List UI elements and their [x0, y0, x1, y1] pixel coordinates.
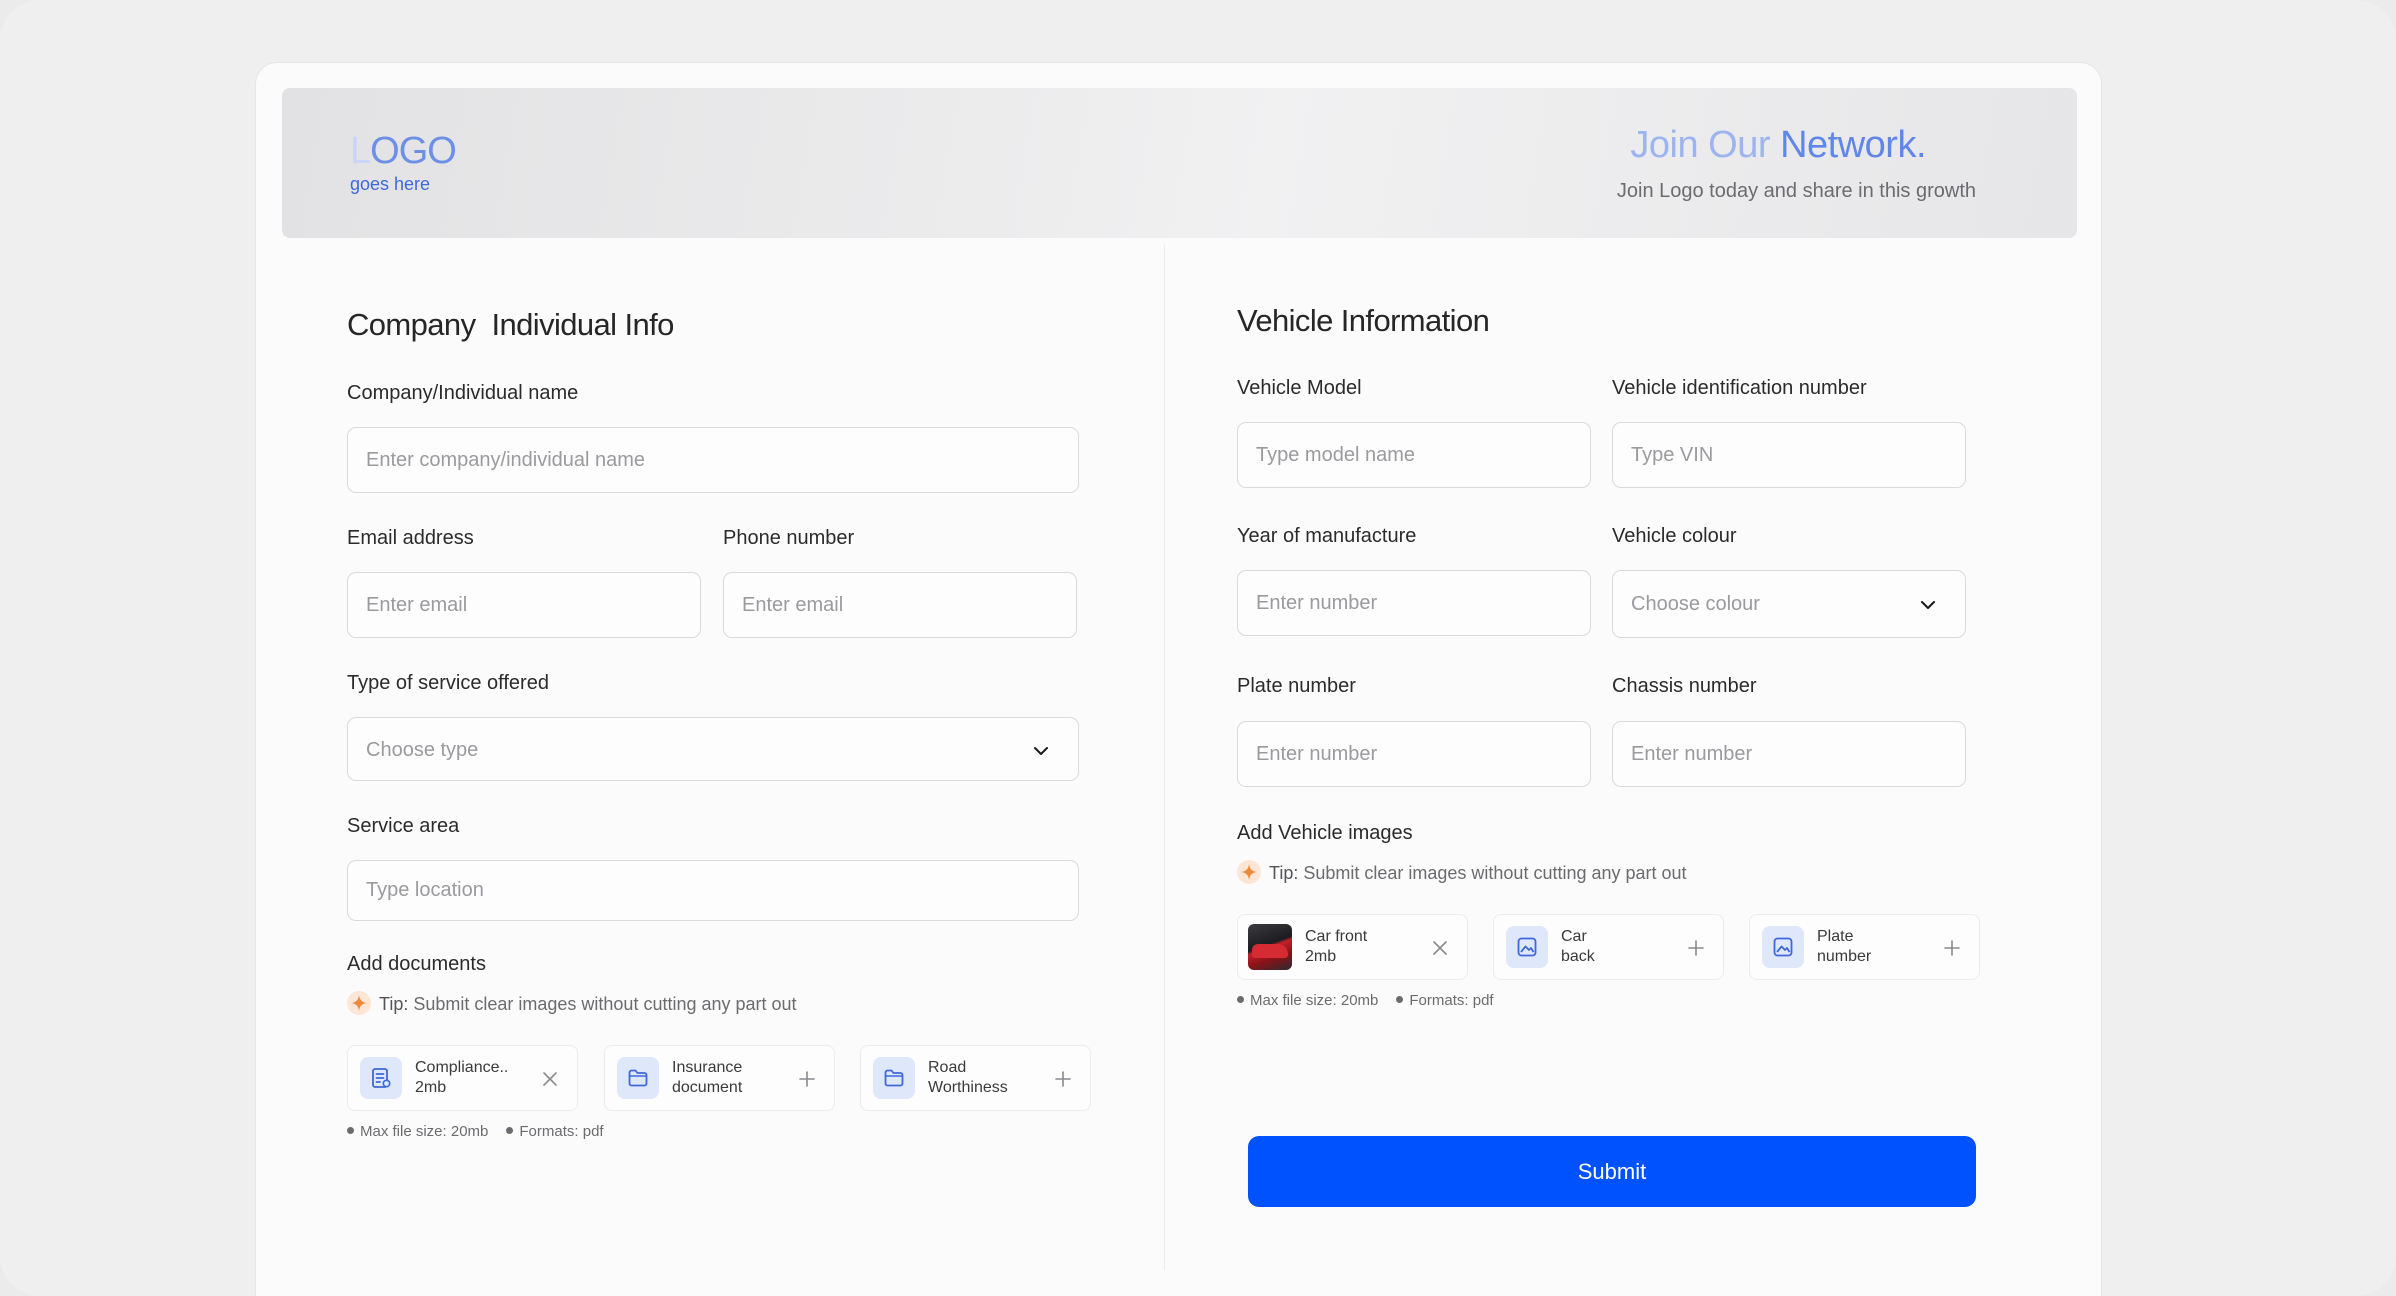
vehicle-image-car-back[interactable]: Car back [1493, 914, 1724, 980]
image-name: Plate number [1817, 928, 1872, 965]
vehicle-colour-value: Choose colour [1631, 593, 1760, 615]
email-label: Email address [347, 527, 474, 549]
close-icon[interactable] [541, 1070, 559, 1088]
car-photo-thumbnail [1248, 924, 1292, 970]
service-type-select[interactable]: Choose type [347, 717, 1079, 781]
image-name: Car back [1561, 928, 1595, 965]
chevron-down-icon [1034, 747, 1048, 755]
plus-icon[interactable] [798, 1070, 816, 1088]
sparkle-icon [347, 991, 371, 1015]
chassis-number-field[interactable] [1612, 721, 1966, 787]
service-type-value: Choose type [366, 739, 479, 761]
chassis-number-input[interactable] [1613, 722, 1965, 786]
image-icon [1762, 926, 1804, 968]
phone-field[interactable] [723, 572, 1077, 638]
documents-file-constraints: Max file size: 20mb Formats: pdf [347, 1123, 604, 1140]
company-name-field[interactable] [347, 427, 1079, 493]
service-type-label: Type of service offered [347, 672, 549, 694]
plate-number-input[interactable] [1238, 722, 1590, 786]
vin-field[interactable] [1612, 422, 1966, 488]
vin-input[interactable] [1613, 423, 1965, 487]
vehicle-model-input[interactable] [1238, 423, 1590, 487]
company-name-label: Company/Individual name [347, 382, 579, 404]
vehicle-image-car-front[interactable]: Car front 2mb [1237, 914, 1468, 980]
phone-input[interactable] [724, 573, 1076, 637]
plus-icon[interactable] [1687, 939, 1705, 957]
banner-title: Join Our Network. [1630, 124, 1926, 166]
plate-number-field[interactable] [1237, 721, 1591, 787]
vehicle-image-plate-number[interactable]: Plate number [1749, 914, 1980, 980]
email-field[interactable] [347, 572, 701, 638]
logo-subtitle: goes here [350, 174, 431, 194]
logo: LOGO [350, 130, 457, 172]
image-name: Car front 2mb [1305, 928, 1368, 965]
folder-icon [617, 1057, 659, 1099]
chassis-number-label: Chassis number [1612, 675, 1757, 697]
phone-label: Phone number [723, 527, 855, 549]
image-icon [1506, 926, 1548, 968]
add-documents-label: Add documents [347, 953, 486, 975]
document-upload-road-worthiness[interactable]: Road Worthiness [860, 1045, 1091, 1111]
vin-label: Vehicle identification number [1612, 377, 1867, 399]
column-divider [1164, 245, 1165, 1270]
document-name: Compliance.. 2mb [415, 1059, 509, 1096]
year-label: Year of manufacture [1237, 525, 1417, 547]
vehicle-colour-select[interactable]: Choose colour [1612, 570, 1966, 638]
vehicle-model-label: Vehicle Model [1237, 377, 1362, 399]
banner-subtitle: Join Logo today and share in this growth [1616, 180, 1976, 202]
add-vehicle-images-label: Add Vehicle images [1237, 822, 1413, 844]
document-name: Road Worthiness [928, 1059, 1008, 1096]
service-area-input[interactable] [348, 861, 1078, 920]
document-upload-insurance[interactable]: Insurance document [604, 1045, 835, 1111]
screen-background: LOGO goes here Join Our Network. Join Lo… [0, 0, 2396, 1296]
chevron-down-icon [1921, 601, 1935, 609]
document-icon [360, 1057, 402, 1099]
plate-number-label: Plate number [1237, 675, 1356, 697]
year-field[interactable] [1237, 570, 1591, 636]
folder-icon [873, 1057, 915, 1099]
document-name: Insurance document [672, 1059, 743, 1096]
vehicle-colour-label: Vehicle colour [1612, 525, 1737, 547]
service-area-field[interactable] [347, 860, 1079, 921]
sparkle-icon [1237, 860, 1261, 884]
plus-icon[interactable] [1054, 1070, 1072, 1088]
submit-button[interactable]: Submit [1248, 1136, 1976, 1207]
year-input[interactable] [1238, 571, 1590, 635]
email-input[interactable] [348, 573, 700, 637]
vehicle-images-tip: Tip: Submit clear images without cutting… [1237, 860, 1687, 886]
company-section-title: Company Individual Info [347, 307, 674, 342]
document-upload-compliance[interactable]: Compliance.. 2mb [347, 1045, 578, 1111]
documents-tip: Tip: Submit clear images without cutting… [347, 991, 797, 1017]
close-icon[interactable] [1431, 939, 1449, 957]
vehicle-section-title: Vehicle Information [1237, 303, 1490, 338]
service-area-label: Service area [347, 815, 460, 837]
plus-icon[interactable] [1943, 939, 1961, 957]
vehicle-images-file-constraints: Max file size: 20mb Formats: pdf [1237, 992, 1494, 1009]
company-name-input[interactable] [348, 428, 1078, 492]
vehicle-model-field[interactable] [1237, 422, 1591, 488]
